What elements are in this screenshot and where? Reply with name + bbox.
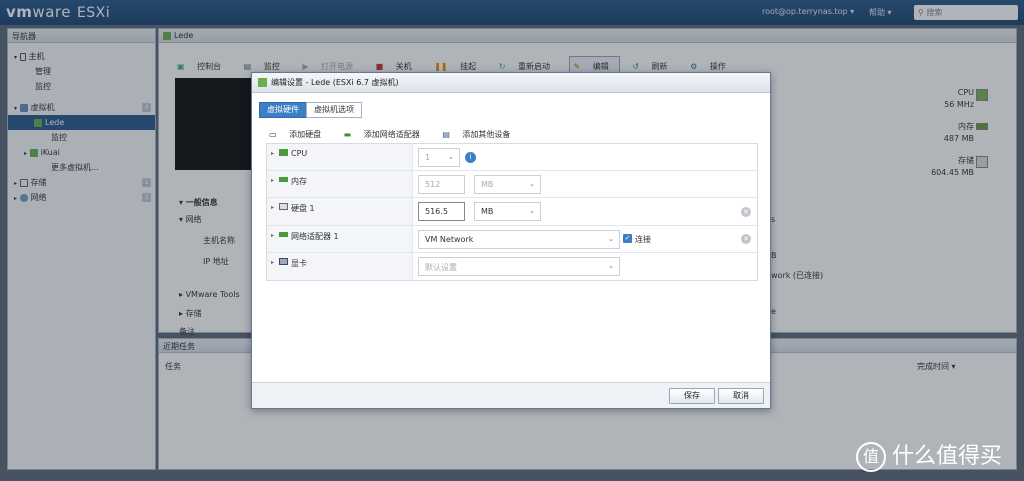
chevron-down-icon: ⌄ bbox=[529, 207, 535, 215]
add-disk-button[interactable]: ▭ 添加硬盘 bbox=[269, 130, 331, 139]
memory-icon bbox=[279, 177, 288, 182]
tab-vm-options[interactable]: 虚拟机选项 bbox=[306, 102, 362, 118]
network-select[interactable]: VM Network ⌄ bbox=[418, 230, 620, 249]
nic-icon bbox=[279, 232, 288, 237]
hw-row-memory: ▸ 内存 512 MB ⌄ bbox=[267, 171, 757, 198]
hw-row-cpu: ▸ CPU 1 ⌄ i bbox=[267, 144, 757, 171]
tab-virtual-hardware[interactable]: 虚拟硬件 bbox=[259, 102, 307, 118]
hw-row-nic: ▸ 网络适配器 1 VM Network ⌄ ✓ 连接 ✕ bbox=[267, 226, 757, 253]
connect-checkbox[interactable]: ✓ bbox=[623, 234, 632, 243]
remove-disk-button[interactable]: ✕ bbox=[741, 207, 751, 217]
dialog-tabs: 虚拟硬件 虚拟机选项 bbox=[259, 102, 362, 118]
cpu-row-label[interactable]: ▸ CPU bbox=[267, 144, 413, 170]
remove-nic-button[interactable]: ✕ bbox=[741, 234, 751, 244]
disk-row-label[interactable]: ▸ 硬盘 1 bbox=[267, 198, 413, 225]
cpu-count-select[interactable]: 1 ⌄ bbox=[418, 148, 460, 167]
monitor-icon bbox=[279, 258, 288, 265]
hw-row-video: ▸ 显卡 默认设置 ⌄ bbox=[267, 253, 757, 280]
dialog-title: 编辑设置 - Lede (ESXi 6.7 虚拟机) bbox=[252, 73, 770, 93]
chevron-down-icon: ⌄ bbox=[608, 262, 614, 270]
connect-label: 连接 bbox=[635, 235, 651, 244]
disk-icon bbox=[279, 203, 288, 210]
nic-row-label[interactable]: ▸ 网络适配器 1 bbox=[267, 226, 413, 252]
cancel-button[interactable]: 取消 bbox=[718, 388, 764, 404]
save-button[interactable]: 保存 bbox=[669, 388, 715, 404]
add-other-device-button[interactable]: ▤ 添加其他设备 bbox=[442, 130, 520, 139]
video-settings-select[interactable]: 默认设置 ⌄ bbox=[418, 257, 620, 276]
cpu-icon bbox=[279, 149, 288, 156]
chevron-down-icon: ⌄ bbox=[529, 180, 535, 188]
video-row-label[interactable]: ▸ 显卡 bbox=[267, 253, 413, 280]
chevron-down-icon: ⌄ bbox=[448, 153, 454, 161]
dialog-footer: 保存 取消 bbox=[252, 382, 770, 408]
disk-size-input[interactable]: 516.5 bbox=[418, 202, 465, 221]
hardware-table: ▸ CPU 1 ⌄ i ▸ 内存 512 MB ⌄ ▸ 硬盘 1 516.5 MB ⌄ ✕ … bbox=[266, 143, 758, 281]
disk-unit-select[interactable]: MB ⌄ bbox=[474, 202, 541, 221]
edit-settings-dialog: 编辑设置 - Lede (ESXi 6.7 虚拟机) 虚拟硬件 虚拟机选项 ▭ 添… bbox=[251, 72, 771, 409]
site-watermark: 值什么值得买 bbox=[856, 438, 1002, 472]
hw-row-disk: ▸ 硬盘 1 516.5 MB ⌄ ✕ bbox=[267, 198, 757, 226]
memory-size-input[interactable]: 512 bbox=[418, 175, 465, 194]
nic-icon: ▬ bbox=[343, 130, 352, 139]
vm-settings-icon bbox=[258, 78, 267, 87]
info-icon[interactable]: i bbox=[465, 152, 476, 163]
add-nic-button[interactable]: ▬ 添加网络适配器 bbox=[344, 130, 430, 139]
chevron-down-icon: ⌄ bbox=[608, 235, 614, 243]
watermark-logo-icon: 值 bbox=[856, 442, 886, 472]
add-device-bar: ▭ 添加硬盘 ▬ 添加网络适配器 ▤ 添加其他设备 bbox=[269, 129, 530, 140]
device-icon: ▤ bbox=[442, 130, 450, 139]
memory-row-label[interactable]: ▸ 内存 bbox=[267, 171, 413, 197]
disk-icon: ▭ bbox=[269, 130, 277, 139]
memory-unit-select[interactable]: MB ⌄ bbox=[474, 175, 541, 194]
